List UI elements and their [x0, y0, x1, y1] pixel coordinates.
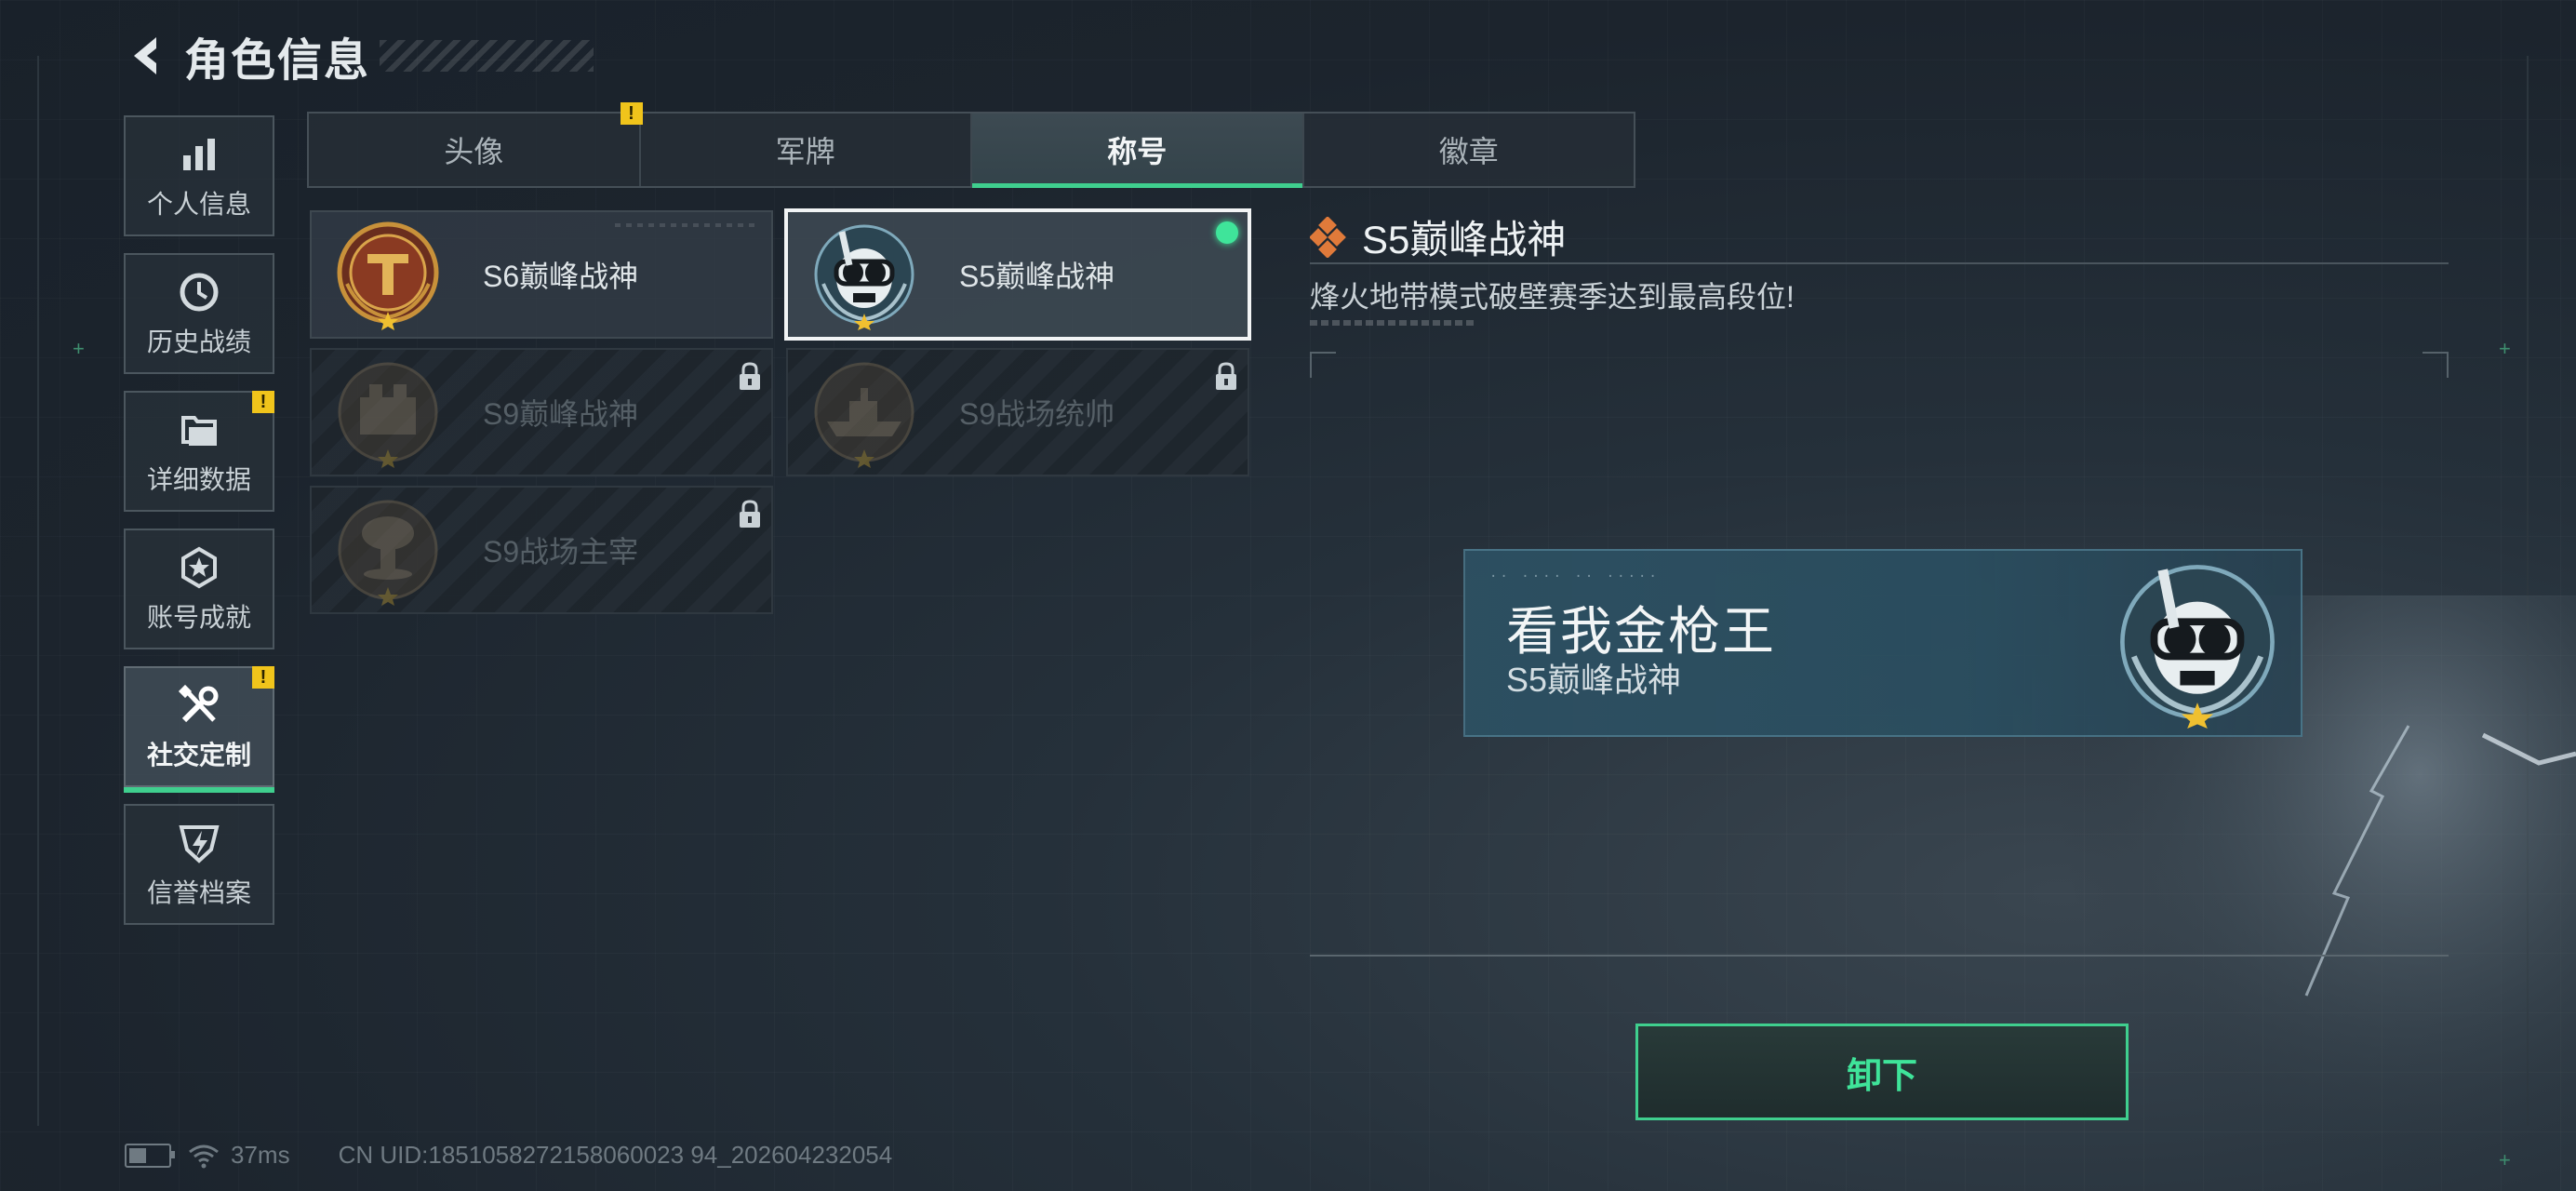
decor-cross: + — [2499, 337, 2511, 360]
divider — [1310, 262, 2449, 264]
tab-dog-tag[interactable]: 军牌 — [641, 114, 972, 186]
page-title: 角色信息 — [184, 36, 371, 86]
sidebar-item-label: 信誉档案 — [146, 878, 251, 907]
category-tabs: 头像 ! 军牌 称号 徽章 — [307, 102, 1635, 188]
diver-skull-emblem-icon — [2120, 565, 2275, 729]
tab-badge[interactable]: 徽章 — [1304, 114, 1635, 186]
lock-icon — [740, 500, 760, 528]
decor-cross: + — [2499, 1148, 2511, 1171]
alert-badge: ! — [620, 102, 643, 125]
title-card[interactable]: S9巅峰战神 — [310, 348, 773, 476]
battery-icon — [125, 1143, 175, 1168]
diamond-icon — [1310, 216, 1346, 258]
sidebar-item-achievements[interactable]: 账号成就 — [124, 529, 274, 649]
tab-label: 徽章 — [1438, 135, 1499, 168]
s6-emblem-icon — [337, 221, 439, 330]
sidebar-item-credit-record[interactable]: 信誉档案 — [124, 804, 274, 925]
status-bar: 37ms CN UID:1851058272158060023 94_20260… — [125, 1141, 892, 1170]
decor-line-right — [2527, 56, 2529, 1126]
title-card-label: S9战场统帅 — [959, 397, 1115, 431]
detail-description: 烽火地带模式破壁赛季达到最高段位! — [1310, 280, 1795, 314]
user-uid: CN UID:1851058272158060023 94_2026042320… — [338, 1141, 893, 1169]
tab-label: 头像 — [444, 135, 504, 168]
detail-header: S5巅峰战神 — [1310, 208, 1566, 265]
tab-avatar[interactable]: 头像 ! — [309, 102, 643, 186]
nameplate-preview: ·· ···· ·· ····· 看我金枪王 S5巅峰战神 — [1463, 549, 2302, 737]
sidebar: 个人信息 历史战绩 ! 详细数据 账号成就 ! 社交定制 信誉档案 — [124, 115, 274, 942]
folder-icon — [175, 406, 223, 454]
sidebar-item-label: 社交定制 — [146, 741, 251, 769]
divider — [1310, 955, 2449, 957]
banner-decor-text: ·· ···· ·· ····· — [1489, 569, 1660, 584]
equipped-title: S5巅峰战神 — [1506, 661, 1682, 699]
lock-icon — [1216, 362, 1236, 390]
decor-ticks — [1310, 320, 1477, 326]
title-card-label: S5巅峰战神 — [959, 260, 1115, 293]
unequip-button[interactable]: 卸下 — [1635, 1024, 2129, 1120]
alert-badge: ! — [252, 666, 274, 689]
card-decor — [615, 223, 754, 227]
tab-label: 军牌 — [775, 135, 835, 168]
diver-skull-emblem-icon — [814, 224, 914, 330]
title-card[interactable]: S9战场统帅 — [786, 348, 1249, 476]
title-card-label: S9巅峰战神 — [483, 397, 639, 431]
sidebar-item-details[interactable]: ! 详细数据 — [124, 391, 274, 512]
decor-cross: + — [73, 337, 85, 360]
credit-icon — [175, 819, 223, 867]
fortress-emblem-icon — [338, 362, 438, 468]
tab-label: 称号 — [1107, 135, 1168, 168]
ping-readout: 37ms — [231, 1141, 290, 1169]
alert-badge: ! — [252, 391, 274, 413]
sidebar-item-social-custom[interactable]: ! 社交定制 — [124, 666, 274, 793]
wifi-icon — [189, 1144, 219, 1168]
sidebar-item-label: 个人信息 — [146, 190, 251, 219]
title-decor-stripes — [380, 40, 594, 72]
title-card[interactable]: S6巅峰战神 — [310, 210, 773, 339]
sidebar-item-label: 账号成就 — [146, 603, 251, 632]
detail-title: S5巅峰战神 — [1362, 218, 1567, 261]
sidebar-item-label: 历史战绩 — [146, 328, 251, 356]
tab-title[interactable]: 称号 — [972, 114, 1304, 188]
title-card[interactable]: S5巅峰战神 — [784, 208, 1251, 341]
frame-corner — [2423, 352, 2449, 378]
decor-line-left — [37, 56, 39, 1126]
title-card-label: S9战场主宰 — [483, 535, 639, 569]
lock-icon — [740, 362, 760, 390]
page-header: 角色信息 — [121, 23, 594, 88]
frame-corner — [1310, 352, 1336, 378]
equipped-indicator — [1216, 221, 1238, 244]
sidebar-item-personal-info[interactable]: 个人信息 — [124, 115, 274, 236]
achievement-icon — [175, 543, 223, 592]
back-arrow-icon[interactable] — [121, 30, 173, 82]
sidebar-item-label: 详细数据 — [146, 465, 251, 494]
sidebar-item-history[interactable]: 历史战绩 — [124, 253, 274, 374]
tools-icon — [175, 681, 223, 729]
title-card-label: S6巅峰战神 — [483, 260, 639, 293]
bar-chart-icon — [175, 130, 223, 179]
warship-emblem-icon — [814, 362, 914, 468]
title-card[interactable]: S9战场主宰 — [310, 486, 773, 614]
mushroom-cloud-emblem-icon — [338, 500, 438, 606]
history-icon — [175, 268, 223, 316]
